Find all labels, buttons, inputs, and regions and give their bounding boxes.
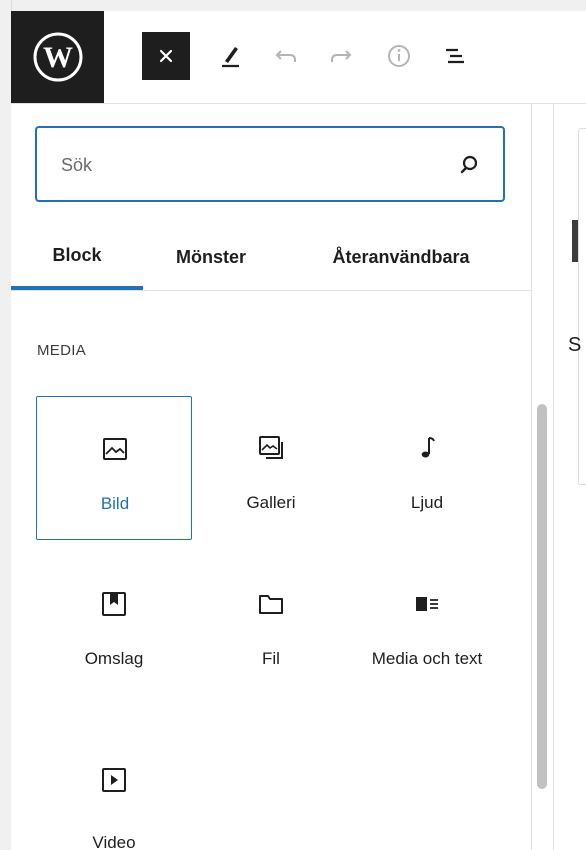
block-label: Bild: [100, 494, 130, 513]
block-label: Media och text: [371, 649, 483, 668]
gallery-icon: [255, 432, 287, 464]
canvas-dark-bar: [572, 220, 578, 262]
block-label: Omslag: [84, 649, 144, 668]
block-label: Ljud: [410, 493, 444, 512]
canvas-block[interactable]: [578, 128, 586, 485]
block-item-image[interactable]: Bild: [36, 396, 192, 540]
search-icon[interactable]: [457, 152, 483, 178]
block-item-cover[interactable]: Omslag: [36, 552, 192, 696]
tab-patterns[interactable]: Mönster: [146, 224, 276, 290]
block-inserter-panel: Block Mönster Återanvändbara MEDIA Bild: [11, 104, 547, 850]
wordpress-logo-icon: W: [33, 32, 82, 82]
block-label: Video: [92, 833, 136, 850]
block-item-file[interactable]: Fil: [193, 552, 349, 696]
canvas-partial-text: S: [568, 334, 582, 356]
cover-icon: [98, 588, 130, 620]
block-item-audio[interactable]: Ljud: [349, 396, 505, 540]
block-label: Fil: [262, 649, 280, 668]
panel-scrollbar[interactable]: [537, 404, 547, 789]
top-strip: [0, 0, 586, 11]
editor-page: W Sök Block Mönster Återanvändbara MEDIA…: [0, 0, 586, 850]
block-item-media-text[interactable]: Media och text: [349, 552, 505, 696]
undo-icon: [275, 50, 296, 62]
pencil-icon: [222, 47, 239, 68]
redo-button[interactable]: [317, 32, 365, 80]
search-box[interactable]: [35, 126, 505, 202]
wordpress-logo-button[interactable]: W: [11, 11, 104, 103]
search-input[interactable]: [61, 152, 441, 178]
media-text-icon: [411, 588, 443, 620]
video-icon: [98, 764, 130, 796]
section-title: MEDIA: [37, 342, 87, 359]
editor-header: W: [11, 11, 586, 104]
block-item-gallery[interactable]: Galleri: [193, 396, 349, 540]
audio-icon: [411, 432, 443, 464]
block-label: Galleri: [246, 493, 296, 512]
svg-text:W: W: [43, 41, 73, 74]
editor-canvas: S: [553, 104, 586, 850]
list-view-icon: [446, 48, 464, 64]
block-item-video[interactable]: Video: [36, 728, 192, 850]
list-view-button[interactable]: [431, 32, 479, 80]
image-icon: [99, 433, 131, 465]
redo-icon: [331, 50, 352, 62]
close-icon: [159, 49, 173, 63]
tab-reusable[interactable]: Återanvändbara: [301, 224, 501, 290]
undo-button[interactable]: [262, 32, 310, 80]
inserter-tabs: Block Mönster Återanvändbara: [11, 224, 531, 291]
close-inserter-button[interactable]: [142, 32, 190, 80]
info-icon: [388, 45, 410, 67]
file-icon: [255, 588, 287, 620]
tab-block[interactable]: Block: [11, 224, 143, 290]
tools-button[interactable]: [207, 32, 255, 80]
details-button[interactable]: [375, 32, 423, 80]
